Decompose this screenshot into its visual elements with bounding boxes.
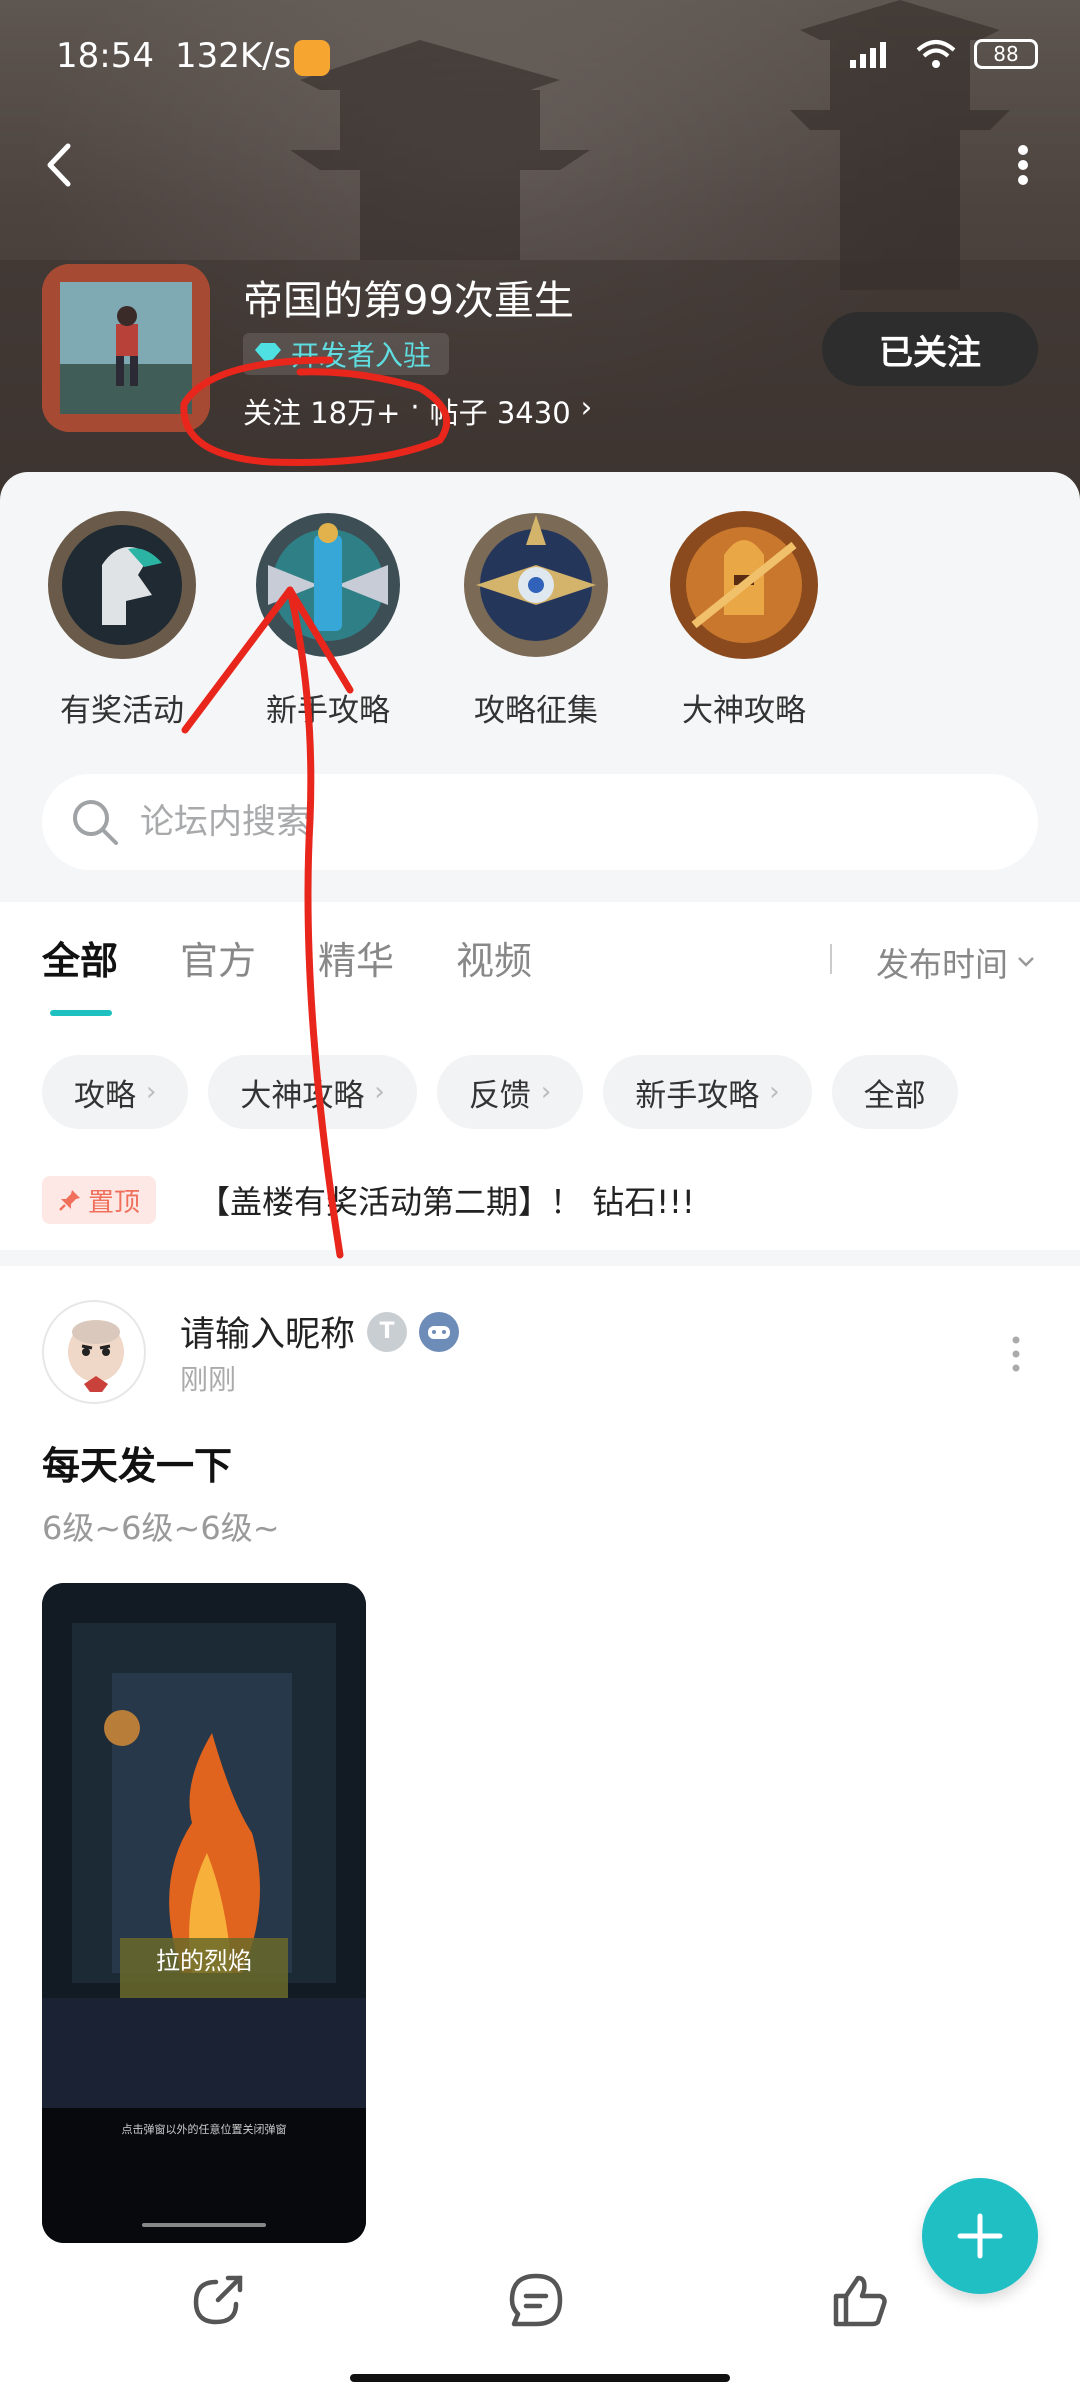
red-annotation-overlay: [180, 356, 451, 1259]
home-indicator[interactable]: [350, 2374, 730, 2382]
forum-page: 18:54 132K/s 88 帝国的第99次重生 开发者入驻 关注 18万+ …: [0, 0, 1080, 2400]
